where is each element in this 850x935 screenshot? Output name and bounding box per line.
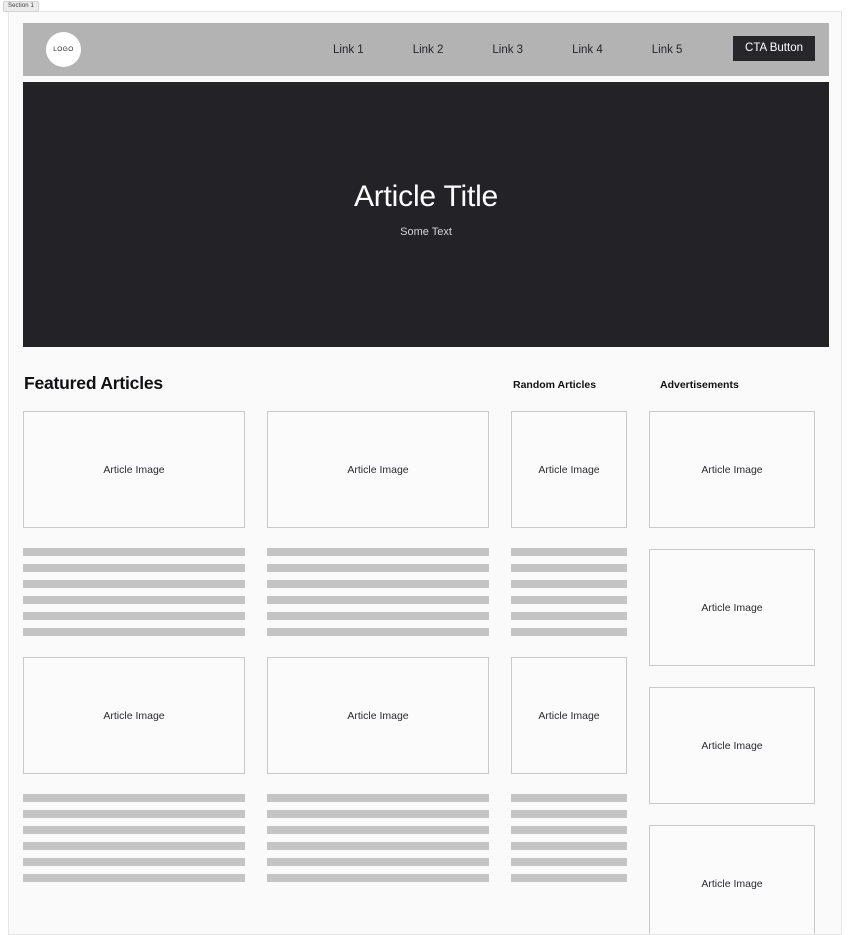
section-tab-label[interactable]: Section 1 (3, 1, 39, 12)
article-image-label: Article Image (538, 709, 600, 722)
text-bar (267, 564, 489, 572)
article-image-placeholder[interactable]: Article Image (23, 411, 245, 528)
text-bar (511, 858, 627, 866)
text-bar (267, 858, 489, 866)
text-bar (23, 842, 245, 850)
column-advertisements: Article Image Article Image Article Imag… (649, 411, 815, 934)
text-bar (23, 826, 245, 834)
text-bar (267, 596, 489, 604)
logo[interactable]: LOGO (46, 32, 81, 67)
text-bar (511, 794, 627, 802)
heading-featured-articles: Featured Articles (24, 373, 163, 393)
text-bar (23, 858, 245, 866)
advertisement-label: Article Image (701, 877, 763, 890)
article-image-label: Article Image (103, 463, 165, 476)
column-featured-b: Article Image Article Image (267, 411, 489, 934)
text-bar (23, 548, 245, 556)
page-inner: LOGO Link 1 Link 2 Link 3 Link 4 Link 5 … (23, 23, 829, 934)
nav-link-1[interactable]: Link 1 (333, 44, 364, 56)
nav-link-4[interactable]: Link 4 (572, 44, 603, 56)
nav-links: Link 1 Link 2 Link 3 Link 4 Link 5 (333, 23, 682, 76)
text-bar (511, 874, 627, 882)
advertisement-placeholder[interactable]: Article Image (649, 549, 815, 666)
text-bar (23, 874, 245, 882)
content-area: Featured Articles Random Articles Advert… (23, 373, 829, 934)
text-bar (267, 612, 489, 620)
text-bar (511, 810, 627, 818)
article-image-placeholder[interactable]: Article Image (511, 411, 627, 528)
article-text-placeholder (23, 548, 245, 636)
advertisement-label: Article Image (701, 739, 763, 752)
text-bar (267, 874, 489, 882)
article-image-placeholder[interactable]: Article Image (511, 657, 627, 774)
nav-link-3[interactable]: Link 3 (492, 44, 523, 56)
navbar: LOGO Link 1 Link 2 Link 3 Link 4 Link 5 … (23, 23, 829, 76)
text-bar (23, 810, 245, 818)
heading-advertisements: Advertisements (660, 379, 739, 391)
hero-subtitle: Some Text (400, 225, 452, 238)
text-bar (511, 628, 627, 636)
text-bar (267, 826, 489, 834)
article-text-placeholder (267, 548, 489, 636)
text-bar (267, 842, 489, 850)
text-bar (267, 628, 489, 636)
advertisement-placeholder[interactable]: Article Image (649, 687, 815, 804)
text-bar (23, 580, 245, 588)
column-random-articles: Article Image Article Image (511, 411, 627, 934)
article-text-placeholder (511, 548, 627, 636)
article-image-placeholder[interactable]: Article Image (267, 411, 489, 528)
article-image-label: Article Image (347, 709, 409, 722)
cta-button[interactable]: CTA Button (733, 36, 815, 61)
article-image-label: Article Image (347, 463, 409, 476)
text-bar (267, 548, 489, 556)
advertisement-label: Article Image (701, 601, 763, 614)
advertisement-label: Article Image (701, 463, 763, 476)
nav-link-5[interactable]: Link 5 (652, 44, 683, 56)
column-featured-a: Article Image Article Image (23, 411, 245, 934)
text-bar (511, 548, 627, 556)
article-text-placeholder (511, 794, 627, 882)
article-text-placeholder (23, 794, 245, 882)
text-bar (511, 612, 627, 620)
article-image-label: Article Image (103, 709, 165, 722)
text-bar (511, 842, 627, 850)
logo-label: LOGO (53, 46, 74, 53)
text-bar (511, 826, 627, 834)
hero-title: Article Title (353, 179, 499, 213)
text-bar (23, 794, 245, 802)
artboard-frame: LOGO Link 1 Link 2 Link 3 Link 4 Link 5 … (8, 11, 842, 935)
nav-link-2[interactable]: Link 2 (413, 44, 444, 56)
article-image-placeholder[interactable]: Article Image (267, 657, 489, 774)
text-bar (511, 564, 627, 572)
text-bar (23, 564, 245, 572)
advertisement-placeholder[interactable]: Article Image (649, 411, 815, 528)
heading-random-articles: Random Articles (513, 379, 597, 391)
section-headings: Featured Articles Random Articles Advert… (23, 373, 829, 407)
article-image-label: Article Image (538, 463, 600, 476)
text-bar (23, 612, 245, 620)
article-image-placeholder[interactable]: Article Image (23, 657, 245, 774)
content-columns: Article Image Article Image Article Imag… (23, 411, 829, 934)
text-bar (511, 596, 627, 604)
text-bar (267, 810, 489, 818)
text-bar (267, 580, 489, 588)
article-text-placeholder (267, 794, 489, 882)
text-bar (267, 794, 489, 802)
advertisement-placeholder[interactable]: Article Image (649, 825, 815, 934)
text-bar (23, 628, 245, 636)
text-bar (23, 596, 245, 604)
hero-banner: Article Title Some Text (23, 82, 829, 347)
text-bar (511, 580, 627, 588)
